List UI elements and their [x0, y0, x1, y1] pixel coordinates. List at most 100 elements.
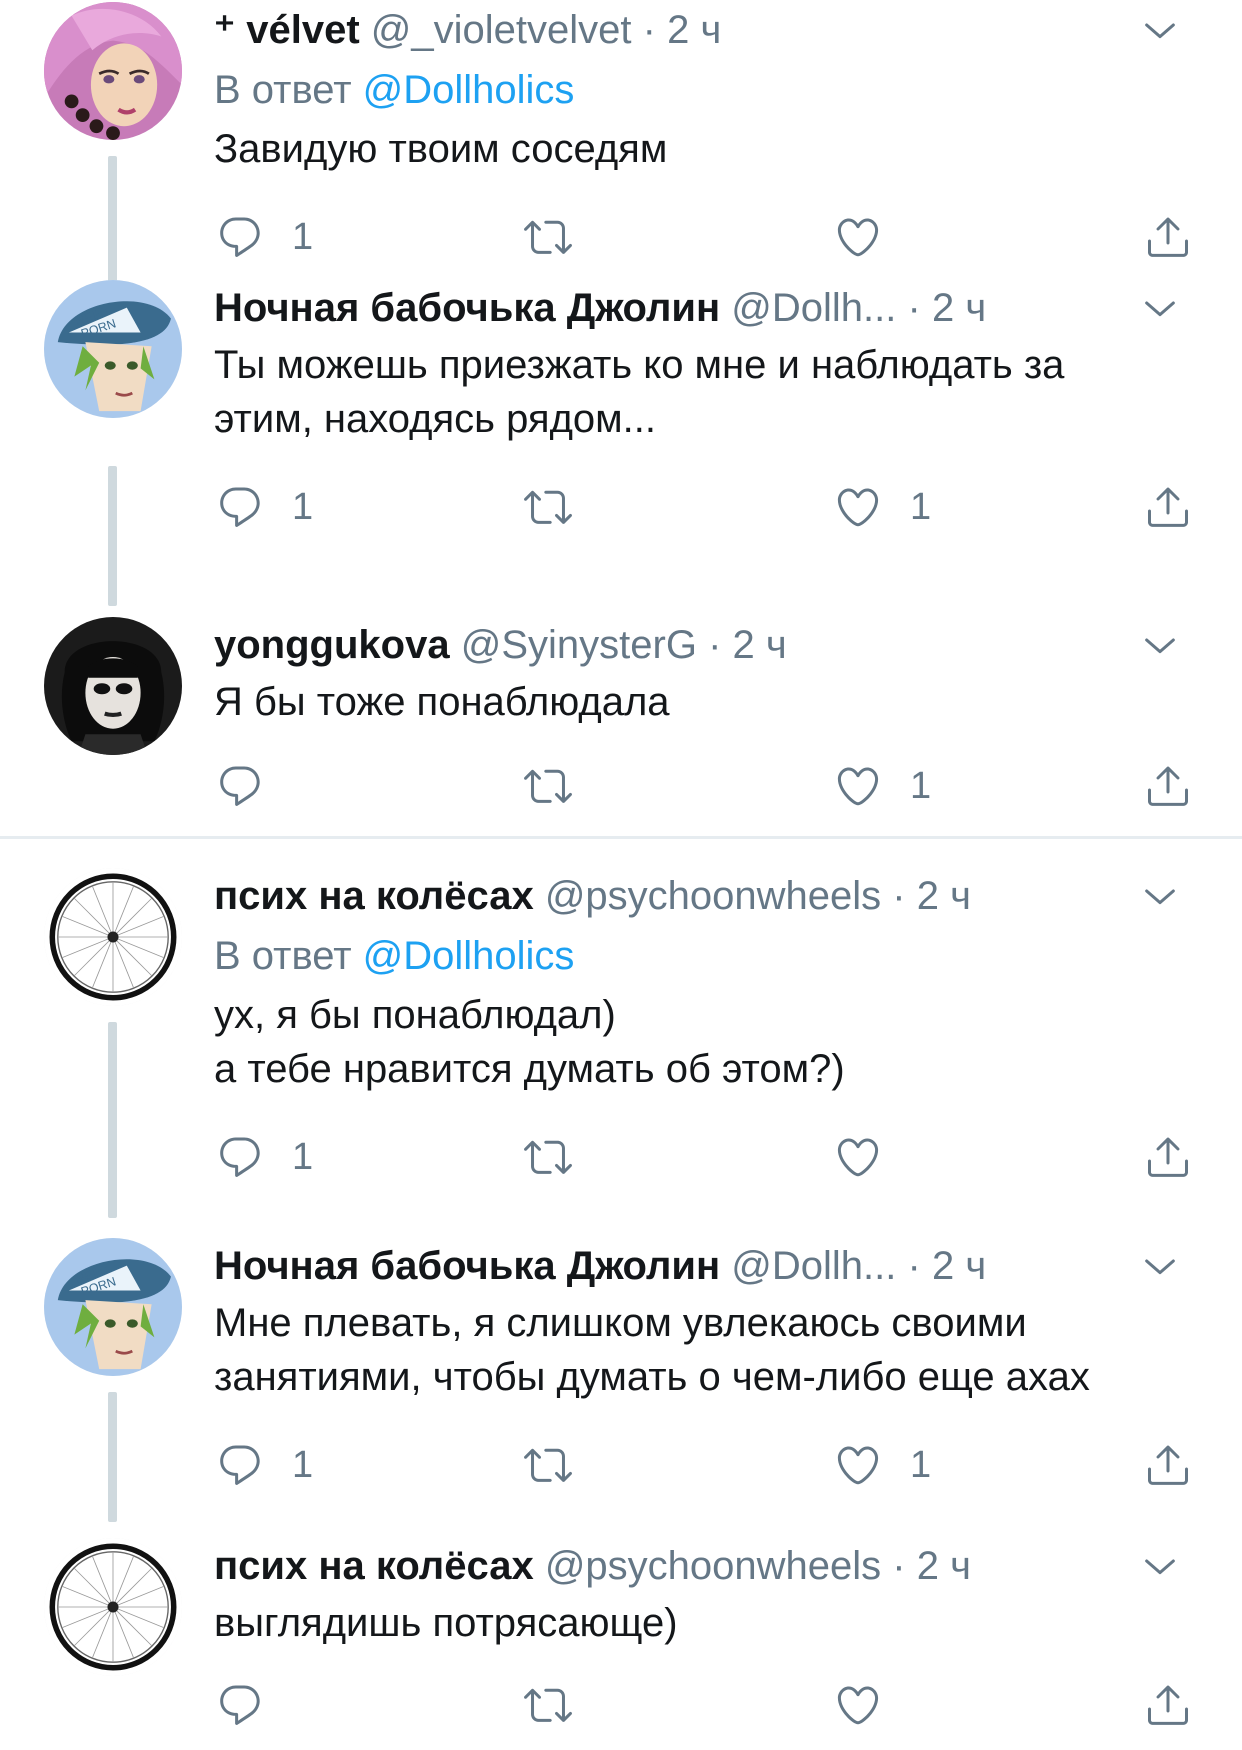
tweet-text-line: Я бы тоже понаблюдала	[214, 680, 670, 724]
tweet-text-line: ух, я бы понаблюдал)	[214, 993, 616, 1037]
like-button[interactable]	[834, 1670, 910, 1740]
tweet-header: yonggukova @SyinysterG · 2 ч	[214, 615, 1202, 675]
reply-context: В ответ @Dollholics	[214, 926, 1202, 986]
tweet-actions: 1	[214, 1122, 1202, 1192]
timestamp[interactable]: 2 ч	[667, 8, 721, 52]
tweet-text-line: а тебе нравится думать об этом?)	[214, 1047, 845, 1091]
chevron-down-icon[interactable]	[1140, 1536, 1180, 1596]
tweet-actions: 1	[214, 202, 1202, 272]
share-button[interactable]	[1144, 751, 1192, 821]
share-button[interactable]	[1144, 202, 1192, 272]
separator-dot: ·	[907, 1244, 921, 1288]
share-button[interactable]	[1144, 1430, 1192, 1500]
thread-line	[108, 466, 117, 606]
retweet-button[interactable]	[524, 1670, 600, 1740]
tweet-text-line: выглядишь потрясающе)	[214, 1601, 678, 1645]
reply-count: 1	[292, 1443, 314, 1486]
avatar[interactable]	[44, 1538, 182, 1676]
reply-button[interactable]	[216, 1670, 292, 1740]
reply-mention[interactable]: @Dollholics	[363, 934, 575, 978]
chevron-down-icon[interactable]	[1140, 278, 1180, 338]
share-button[interactable]	[1144, 1122, 1192, 1192]
tweet-text: Я бы тоже понаблюдала	[214, 675, 1202, 729]
chevron-down-icon[interactable]	[1140, 1236, 1180, 1296]
tweet-header: ⁺ vélvet @_violetvelvet · 2 ч	[214, 0, 1202, 60]
thread-divider	[0, 836, 1242, 839]
user-handle[interactable]: @psychoonwheels	[545, 874, 881, 918]
reply-button[interactable]: 1	[216, 472, 313, 542]
reply-context: В ответ @Dollholics	[214, 60, 1202, 120]
like-button[interactable]	[834, 1122, 910, 1192]
tweet-actions: 1 1	[214, 1430, 1202, 1500]
retweet-button[interactable]	[524, 1122, 600, 1192]
retweet-icon	[524, 1441, 572, 1489]
tweet-text-line: занятиями, чтобы думать о чем-либо еще а…	[214, 1355, 1090, 1399]
user-handle[interactable]: @Dollh...	[731, 1244, 896, 1288]
display-name[interactable]: yonggukova	[214, 623, 450, 667]
display-name[interactable]: псих на колёсах	[214, 874, 534, 918]
user-handle[interactable]: @psychoonwheels	[545, 1544, 881, 1588]
avatar[interactable]	[44, 280, 182, 418]
share-icon	[1144, 1133, 1192, 1181]
reply-mention[interactable]: @Dollholics	[363, 68, 575, 112]
tweet-header: Ночная бабочька Джолин @Dollh... · 2 ч	[214, 1236, 1202, 1296]
like-button[interactable]: 1	[834, 1430, 931, 1500]
share-button[interactable]	[1144, 472, 1192, 542]
avatar[interactable]	[44, 617, 182, 755]
timestamp[interactable]: 2 ч	[917, 1544, 971, 1588]
retweet-icon	[524, 762, 572, 810]
tweet-actions	[214, 1670, 1202, 1740]
reply-icon	[216, 213, 264, 261]
display-name[interactable]: Ночная бабочька Джолин	[214, 1244, 720, 1288]
display-name[interactable]: Ночная бабочька Джолин	[214, 286, 720, 330]
like-button[interactable]: 1	[834, 472, 931, 542]
reply-button[interactable]: 1	[216, 1430, 313, 1500]
avatar[interactable]	[44, 1238, 182, 1376]
share-icon	[1144, 1681, 1192, 1729]
avatar[interactable]	[44, 868, 182, 1006]
reply-count: 1	[292, 215, 314, 258]
like-button[interactable]: 1	[834, 751, 931, 821]
separator-dot: ·	[892, 1544, 906, 1588]
chevron-down-icon[interactable]	[1140, 615, 1180, 675]
reply-button[interactable]: 1	[216, 202, 313, 272]
reply-icon	[216, 762, 264, 810]
tweet-text: Завидую твоим соседям	[214, 122, 1202, 176]
user-handle[interactable]: @_violetvelvet	[371, 8, 632, 52]
chevron-down-icon[interactable]	[1140, 866, 1180, 926]
tweet-text: выглядишь потрясающе)	[214, 1596, 1202, 1650]
timestamp[interactable]: 2 ч	[733, 623, 787, 667]
timestamp[interactable]: 2 ч	[932, 1244, 986, 1288]
display-name[interactable]: ⁺ vélvet	[214, 8, 360, 52]
user-handle[interactable]: @SyinysterG	[461, 623, 697, 667]
reply-button[interactable]	[216, 751, 292, 821]
share-icon	[1144, 762, 1192, 810]
user-handle[interactable]: @Dollh...	[731, 286, 896, 330]
tweet-actions: 1 1	[214, 472, 1202, 542]
retweet-button[interactable]	[524, 1430, 600, 1500]
separator-dot: ·	[892, 874, 906, 918]
reply-count: 1	[292, 1135, 314, 1178]
separator-dot: ·	[642, 8, 656, 52]
reply-icon	[216, 1441, 264, 1489]
share-button[interactable]	[1144, 1670, 1192, 1740]
reply-icon	[216, 483, 264, 531]
retweet-button[interactable]	[524, 202, 600, 272]
timestamp[interactable]: 2 ч	[917, 874, 971, 918]
tweet-text: Мне плевать, я слишком увлекаюсь своими …	[214, 1296, 1202, 1404]
retweet-button[interactable]	[524, 751, 600, 821]
avatar[interactable]	[44, 2, 182, 140]
heart-icon	[834, 1441, 882, 1489]
retweet-button[interactable]	[524, 472, 600, 542]
retweet-icon	[524, 1133, 572, 1181]
timestamp[interactable]: 2 ч	[932, 286, 986, 330]
like-button[interactable]	[834, 202, 910, 272]
heart-icon	[834, 483, 882, 531]
reply-icon	[216, 1681, 264, 1729]
tweet-actions: 1	[214, 751, 1202, 821]
chevron-down-icon[interactable]	[1140, 0, 1180, 60]
heart-icon	[834, 1133, 882, 1181]
tweet-text: Ты можешь приезжать ко мне и наблюдать з…	[214, 338, 1202, 446]
reply-button[interactable]: 1	[216, 1122, 313, 1192]
display-name[interactable]: псих на колёсах	[214, 1544, 534, 1588]
